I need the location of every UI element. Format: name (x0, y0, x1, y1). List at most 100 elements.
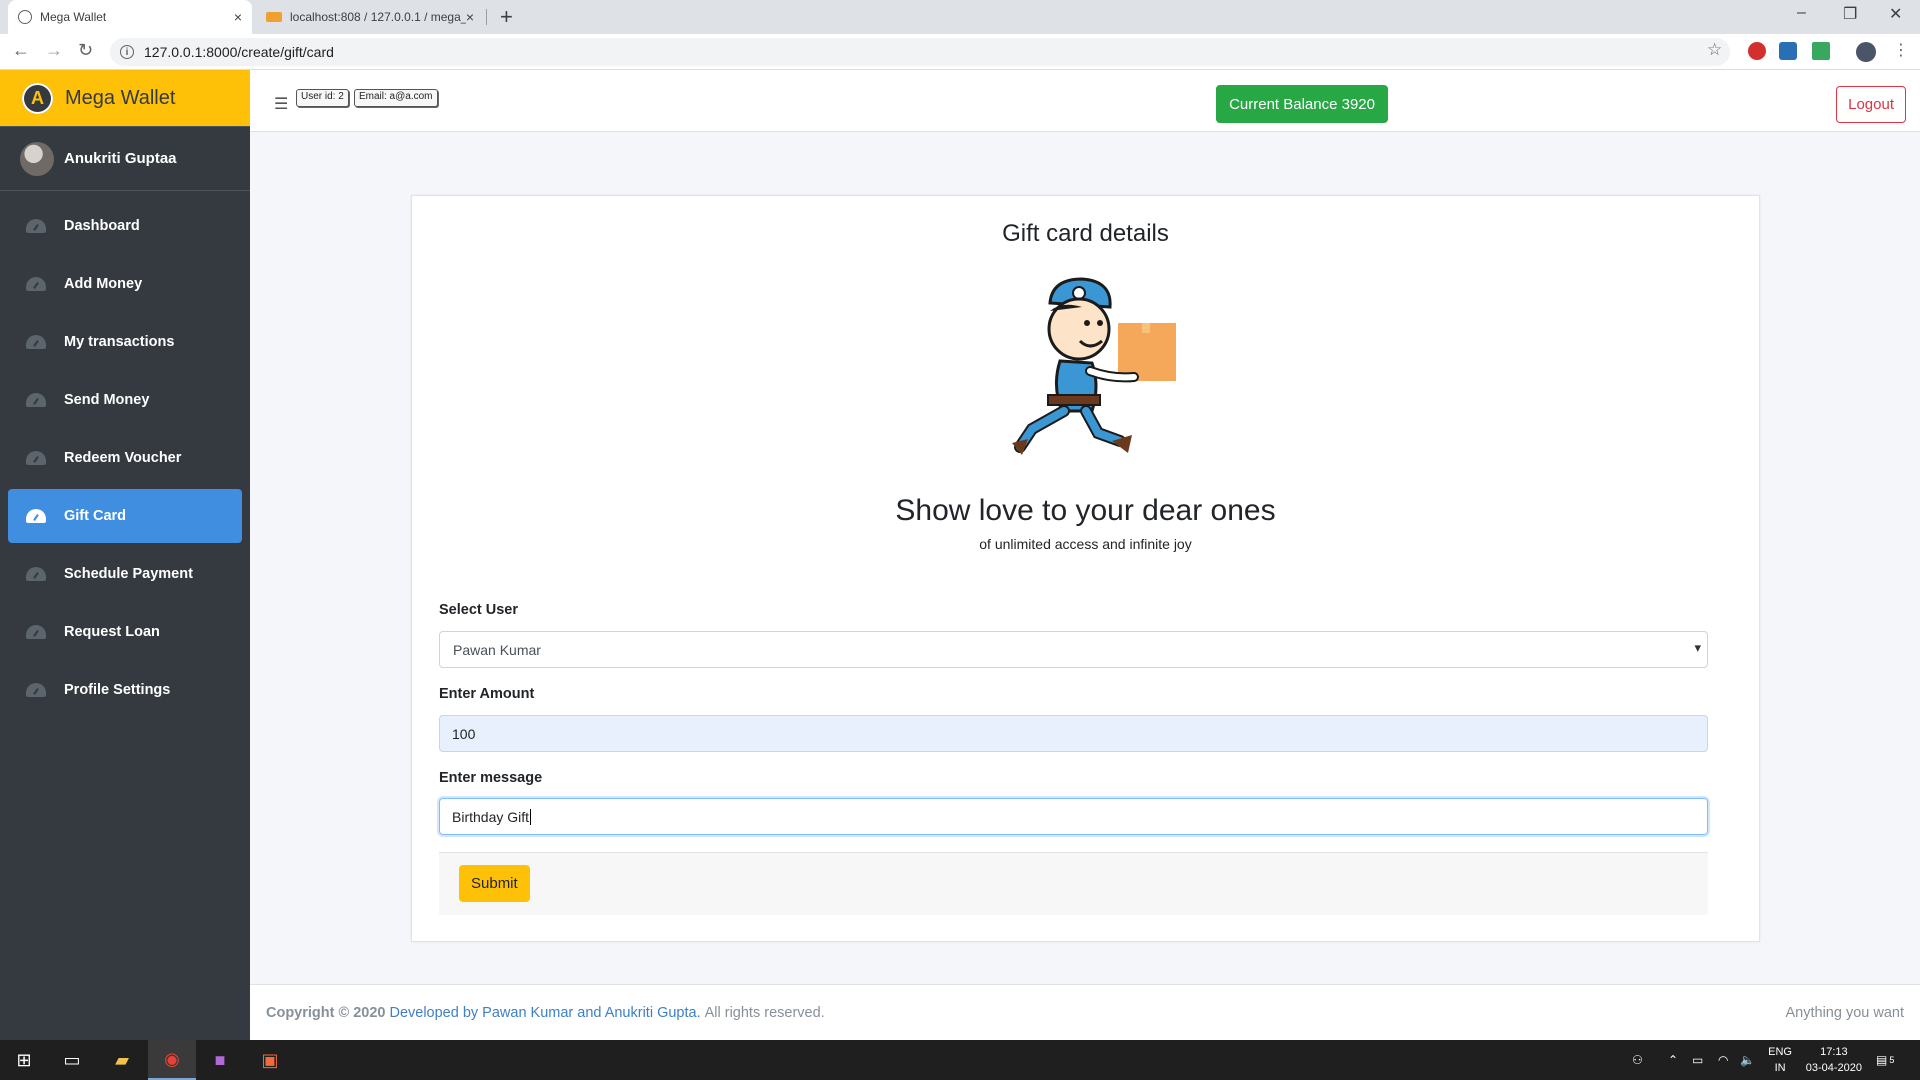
page-footer: Copyright © 2020 Developed by Pawan Kuma… (250, 984, 1920, 1040)
current-balance-button[interactable]: Current Balance 3920 (1216, 85, 1388, 123)
user-name: Anukriti Guptaa (64, 150, 177, 167)
card-footer: Submit (439, 852, 1708, 915)
hamburger-menu-icon[interactable]: ☰ (274, 94, 288, 114)
tachometer-icon (26, 277, 46, 291)
submit-button[interactable]: Submit (459, 865, 530, 902)
lang-top: ENG (1768, 1046, 1792, 1058)
select-user-value: Pawan Kumar (453, 641, 541, 658)
close-icon[interactable]: × (234, 9, 242, 25)
menu-dots-icon[interactable]: ⋮ (1893, 40, 1911, 59)
message-input[interactable]: Birthday Gift (439, 798, 1708, 835)
notification-count: 5 (1889, 1055, 1895, 1065)
tab-title: localhost:808 / 127.0.0.1 / mega_ (290, 10, 466, 24)
sidebar-item-profile-settings[interactable]: Profile Settings (8, 663, 242, 717)
minimize-icon[interactable]: – (1797, 4, 1806, 22)
address-bar[interactable]: i 127.0.0.1:8000/create/gift/card (110, 38, 1730, 66)
tachometer-icon (26, 567, 46, 581)
tab-title: Mega Wallet (40, 10, 107, 24)
close-window-icon[interactable]: ✕ (1889, 4, 1902, 24)
windows-start-icon[interactable]: ⊞ (0, 1040, 48, 1080)
volume-mute-icon[interactable]: 🔈 (1740, 1040, 1755, 1080)
select-user-label: Select User (439, 602, 518, 618)
amount-input[interactable]: 100 (439, 715, 1708, 752)
url-text: 127.0.0.1:8000/create/gift/card (144, 44, 334, 60)
system-clock[interactable]: 17:13 03-04-2020 (1806, 1044, 1862, 1076)
sidebar-item-dashboard[interactable]: Dashboard (8, 199, 242, 253)
brand-name: Mega Wallet (65, 86, 176, 109)
task-view-icon[interactable]: ▭ (48, 1040, 96, 1080)
tab-separator (486, 9, 487, 25)
notification-center-icon[interactable]: ▤ 5 (1876, 1040, 1894, 1080)
tachometer-icon (26, 683, 46, 697)
windows-taskbar: ⊞ ▭ ▰ ◉ ■ ▣ ⚇ ⌃ ▭ ◠ 🔈 ENG IN 17:13 03-04… (0, 1040, 1920, 1080)
tachometer-icon (26, 451, 46, 465)
sidebar-item-request-loan[interactable]: Request Loan (8, 605, 242, 659)
user-panel[interactable]: Anukriti Guptaa (0, 127, 250, 191)
forward-icon[interactable]: → (45, 40, 63, 61)
chrome-icon[interactable]: ◉ (148, 1040, 196, 1080)
logout-button[interactable]: Logout (1836, 86, 1906, 123)
language-indicator[interactable]: ENG IN (1768, 1044, 1792, 1076)
tab-phpmyadmin[interactable]: localhost:808 / 127.0.0.1 / mega_ × (256, 0, 484, 34)
sidebar-item-label: Schedule Payment (64, 566, 193, 582)
people-icon[interactable]: ⚇ (1632, 1040, 1643, 1080)
back-icon[interactable]: ← (12, 40, 30, 61)
new-tab-button[interactable]: + (500, 4, 513, 30)
restore-icon[interactable]: ❐ (1843, 4, 1857, 24)
gift-card-form-card: Gift card details Show love to your dear… (411, 195, 1760, 942)
sidebar-item-my-transactions[interactable]: My transactions (8, 315, 242, 369)
tachometer-icon (26, 625, 46, 639)
sidebar-item-label: Gift Card (64, 508, 127, 524)
clock-date: 03-04-2020 (1805, 1062, 1862, 1074)
footer-right-text: Anything you want (1785, 1004, 1905, 1021)
top-navbar: ☰ User id: 2 Email: a@a.com Current Bala… (250, 70, 1920, 132)
phpmyadmin-icon (266, 12, 282, 22)
sidebar-nav: Dashboard Add Money My transactions Send… (0, 199, 250, 717)
reload-icon[interactable]: ↻ (78, 40, 93, 61)
tachometer-icon (26, 219, 46, 233)
tab-mega-wallet[interactable]: Mega Wallet × (8, 0, 252, 34)
sidebar-item-label: Dashboard (64, 218, 140, 234)
rights-text: All rights reserved. (704, 1004, 825, 1021)
brand-link[interactable]: A Mega Wallet (0, 70, 250, 127)
sidebar-item-add-money[interactable]: Add Money (8, 257, 242, 311)
vue-devtools-icon[interactable] (1812, 42, 1830, 60)
sidebar-item-label: Add Money (64, 276, 143, 292)
sidebar-item-send-money[interactable]: Send Money (8, 373, 242, 427)
brand-logo: A (22, 82, 53, 114)
wifi-icon[interactable]: ◠ (1718, 1040, 1728, 1080)
sidebar-item-redeem-voucher[interactable]: Redeem Voucher (8, 431, 242, 485)
card-title: Gift card details (1002, 220, 1169, 247)
clock-time: 17:13 (1820, 1046, 1848, 1058)
amount-value: 100 (452, 725, 476, 742)
tachometer-icon (26, 335, 46, 349)
lang-bottom: IN (1774, 1062, 1786, 1074)
phpstorm-icon[interactable]: ■ (196, 1040, 244, 1080)
sidebar: A Mega Wallet Anukriti Guptaa Dashboard … (0, 70, 250, 1040)
user-id-badge: User id: 2 (296, 89, 349, 107)
profile-avatar-icon[interactable] (1856, 42, 1876, 62)
developer-link[interactable]: Developed by Pawan Kumar and Anukriti Gu… (389, 1005, 700, 1021)
file-explorer-icon[interactable]: ▰ (98, 1040, 146, 1080)
copyright-text: Copyright © 2020 (266, 1004, 386, 1021)
bookmark-star-icon[interactable]: ☆ (1707, 40, 1722, 60)
extension-icon[interactable] (1779, 42, 1797, 60)
sidebar-item-label: My transactions (64, 334, 175, 350)
avatar (20, 141, 54, 176)
message-value: Birthday Gift (452, 808, 530, 825)
close-icon[interactable]: × (466, 9, 474, 25)
info-icon[interactable]: i (120, 45, 134, 59)
sidebar-item-label: Request Loan (64, 624, 160, 640)
xampp-icon[interactable]: ▣ (246, 1040, 294, 1080)
sidebar-item-schedule-payment[interactable]: Schedule Payment (8, 547, 242, 601)
amount-label: Enter Amount (439, 686, 535, 702)
tray-chevron-icon[interactable]: ⌃ (1668, 1040, 1678, 1080)
browser-toolbar: ← → ↻ i 127.0.0.1:8000/create/gift/card … (0, 34, 1920, 70)
card-subheading: of unlimited access and infinite joy (979, 536, 1192, 552)
sidebar-item-gift-card[interactable]: Gift Card (8, 489, 242, 543)
adblock-extension-icon[interactable] (1748, 42, 1766, 60)
select-user-dropdown[interactable]: Pawan Kumar (439, 631, 1708, 668)
sidebar-item-label: Send Money (64, 392, 150, 408)
browser-tab-bar: Mega Wallet × localhost:808 / 127.0.0.1 … (0, 0, 1920, 34)
battery-icon[interactable]: ▭ (1692, 1040, 1703, 1080)
